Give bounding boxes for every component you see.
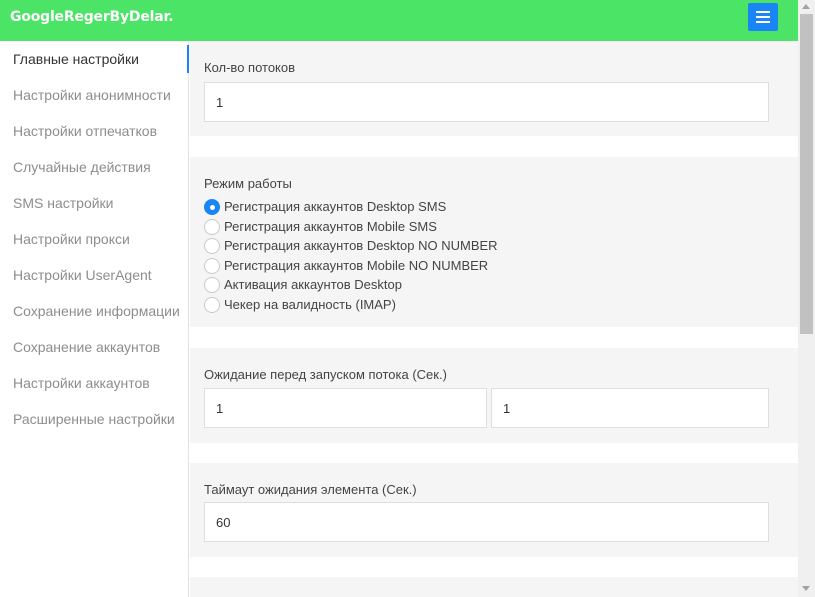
radio-button-icon	[204, 238, 220, 254]
sidebar-item-account-settings[interactable]: Настройки аккаунтов	[13, 375, 150, 391]
delay-max-input[interactable]: 1	[491, 388, 769, 428]
mode-option-label: Активация аккаунтов Desktop	[224, 277, 402, 292]
radio-button-icon	[204, 219, 220, 235]
sidebar-item-fingerprints[interactable]: Настройки отпечатков	[13, 123, 157, 139]
vertical-scrollbar[interactable]	[798, 0, 815, 597]
mode-card: Режим работы Регистрация аккаунтов Deskt…	[190, 157, 798, 327]
scrollbar-thumb[interactable]	[800, 14, 813, 334]
top-bar: GoogleRegerByDelar.	[0, 0, 798, 41]
timeout-input[interactable]: 60	[204, 502, 769, 542]
sidebar-active-indicator	[187, 45, 189, 73]
mode-option-label: Регистрация аккаунтов Mobile NO NUMBER	[224, 258, 489, 273]
sidebar-item-save-accounts[interactable]: Сохранение аккаунтов	[13, 339, 160, 355]
scroll-down-arrow-icon[interactable]	[802, 586, 810, 591]
sidebar-item-random-actions[interactable]: Случайные действия	[13, 159, 151, 175]
sidebar-item-sms[interactable]: SMS настройки	[13, 195, 114, 211]
delay-min-input[interactable]: 1	[204, 388, 487, 428]
sidebar-item-useragent[interactable]: Настройки UserAgent	[13, 267, 152, 283]
next-card	[190, 577, 798, 597]
delay-card: Ожидание перед запуском потока (Сек.) 1 …	[190, 348, 798, 443]
delay-label: Ожидание перед запуском потока (Сек.)	[204, 367, 447, 382]
sidebar-item-proxy[interactable]: Настройки прокси	[13, 231, 130, 247]
threads-input[interactable]: 1	[204, 82, 769, 122]
hamburger-icon-line	[756, 16, 770, 18]
mode-option-label: Регистрация аккаунтов Mobile SMS	[224, 219, 437, 234]
mode-option-label: Регистрация аккаунтов Desktop NO NUMBER	[224, 238, 498, 253]
scroll-up-arrow-icon[interactable]	[802, 4, 810, 9]
timeout-card: Таймаут ожидания элемента (Сек.) 60	[190, 463, 798, 557]
radio-button-icon	[204, 199, 220, 215]
hamburger-menu-button[interactable]	[748, 3, 778, 31]
mode-option-label: Чекер на валидность (IMAP)	[224, 297, 396, 312]
radio-button-icon	[204, 258, 220, 274]
sidebar: Главные настройки Настройки анонимности …	[0, 41, 189, 597]
mode-option-label: Регистрация аккаунтов Desktop SMS	[224, 199, 447, 214]
app-title: GoogleRegerByDelar.	[10, 9, 174, 25]
radio-button-icon	[204, 297, 220, 313]
timeout-label: Таймаут ожидания элемента (Сек.)	[204, 482, 417, 497]
hamburger-icon-line	[756, 21, 770, 23]
hamburger-icon-line	[756, 11, 770, 13]
sidebar-item-advanced[interactable]: Расширенные настройки	[13, 411, 175, 427]
sidebar-item-save-info[interactable]: Сохранение информации	[13, 303, 180, 319]
sidebar-item-anonymity[interactable]: Настройки анонимности	[13, 87, 171, 103]
sidebar-item-main-settings[interactable]: Главные настройки	[13, 51, 139, 67]
radio-button-icon	[204, 277, 220, 293]
threads-card: Кол-во потоков 1	[190, 41, 798, 136]
threads-label: Кол-во потоков	[204, 60, 296, 75]
mode-label: Режим работы	[204, 176, 292, 191]
main-content: Кол-во потоков 1 Режим работы Регистраци…	[190, 41, 798, 597]
